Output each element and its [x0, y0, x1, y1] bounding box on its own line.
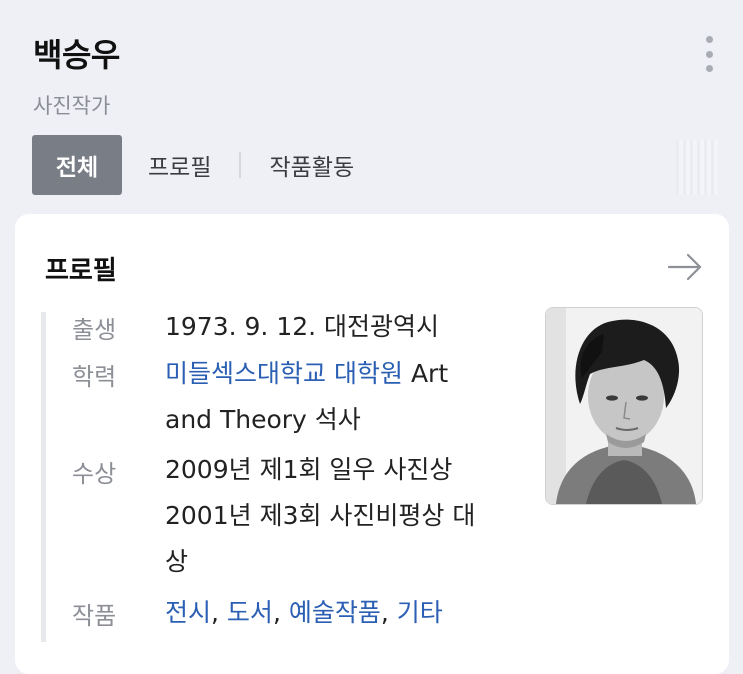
education-graduate-link[interactable]: 대학원 — [334, 359, 403, 388]
separator: , — [272, 598, 281, 627]
education-school-link[interactable]: 미들섹스대학교 — [165, 359, 326, 388]
education-major: Art — [410, 359, 449, 388]
dot — [705, 36, 713, 43]
works-books-link[interactable]: 도서 — [227, 598, 273, 627]
more-options-icon[interactable] — [703, 36, 715, 72]
awards-value: 2009년 제1회 일우 사진상 2001년 제3회 사진비평상 대 상 — [165, 447, 515, 585]
header: 백승우 사진작가 전체 프로필 작품활동 — [0, 0, 743, 210]
education-value: 미들섹스대학교 대학원 Art and Theory 석사 — [165, 351, 515, 443]
tab-divider — [239, 152, 242, 178]
profile-card: 프로필 출생 1973. 9. 12. 대전광역시 학력 미들섹스대학교 대학원… — [15, 214, 729, 674]
arrow-right-icon[interactable] — [667, 252, 703, 282]
education-degree: and Theory 석사 — [165, 405, 361, 434]
works-exhibition-link[interactable]: 전시 — [165, 598, 211, 627]
birth-value: 1973. 9. 12. 대전광역시 — [165, 312, 440, 341]
person-name: 백승우 — [33, 36, 120, 74]
tab-scroll-fade — [676, 140, 718, 195]
dot — [705, 65, 713, 72]
works-value: 전시, 도서, 예술작품, 기타 — [165, 590, 515, 636]
tab-all[interactable]: 전체 — [32, 135, 122, 195]
birth-label: 출생 — [72, 316, 117, 344]
award-line: 2001년 제3회 사진비평상 대 — [165, 501, 476, 530]
portrait-image — [546, 308, 702, 504]
works-etc-link[interactable]: 기타 — [397, 598, 443, 627]
works-label: 작품 — [72, 602, 117, 630]
tab-profile[interactable]: 프로필 — [148, 135, 211, 195]
info-left-bar — [41, 312, 46, 642]
awards-label: 수상 — [72, 460, 117, 488]
award-line: 상 — [165, 547, 189, 576]
award-line: 2009년 제1회 일우 사진상 — [165, 455, 453, 484]
separator: , — [211, 598, 219, 627]
separator: , — [380, 598, 389, 627]
profile-card-title[interactable]: 프로필 — [45, 250, 117, 287]
person-occupation: 사진작가 — [33, 94, 111, 118]
works-artworks-link[interactable]: 예술작품 — [289, 598, 381, 627]
tab-works[interactable]: 작품활동 — [269, 135, 354, 195]
profile-photo[interactable] — [545, 307, 703, 505]
education-label: 학력 — [72, 363, 117, 391]
dot — [705, 50, 713, 58]
tab-bar: 전체 프로필 작품활동 — [32, 135, 354, 195]
